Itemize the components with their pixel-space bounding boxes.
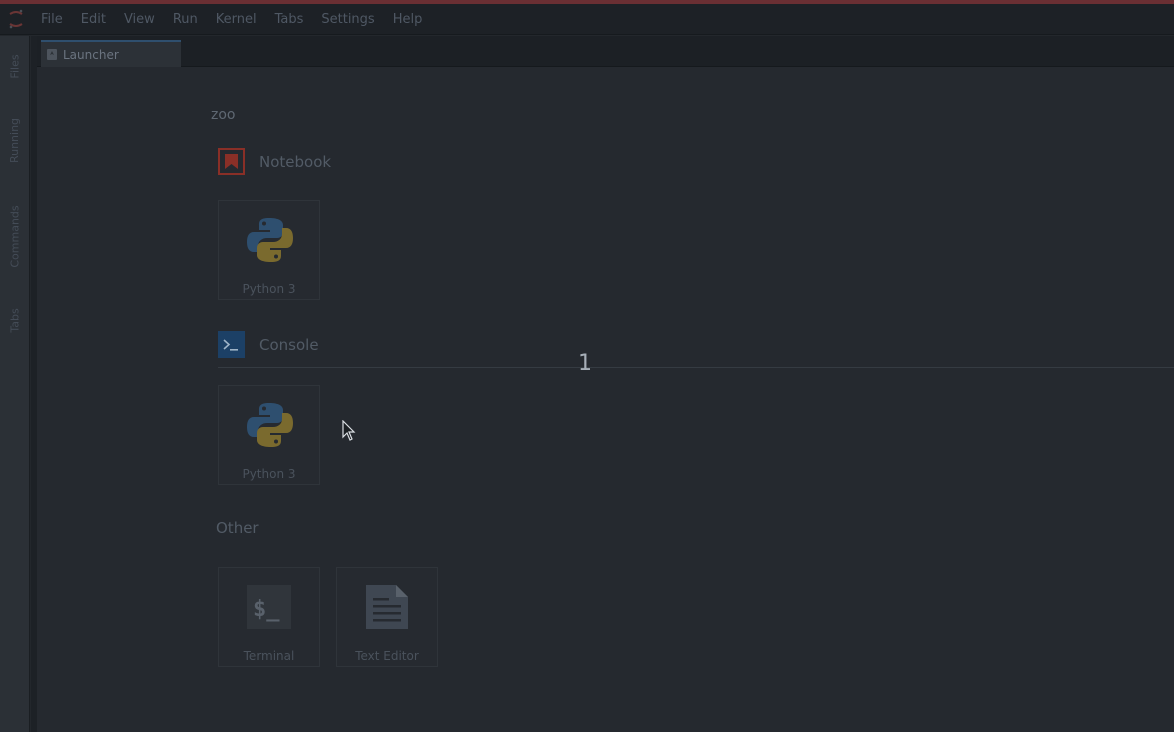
menu-tabs[interactable]: Tabs	[266, 4, 313, 35]
python-logo-icon	[247, 403, 293, 447]
terminal-icon: $_	[247, 585, 291, 629]
slide-divider-line	[218, 367, 1174, 368]
console-icon	[218, 331, 245, 358]
mouse-cursor-icon	[342, 420, 356, 441]
notebook-icon	[218, 148, 245, 175]
svg-text:$_: $_	[253, 597, 280, 622]
launcher-panel: zoo Notebook Python 3 Console 1 Python 3…	[37, 67, 1174, 732]
notebook-section-title: Notebook	[259, 153, 332, 171]
jupyter-logo-icon	[0, 4, 32, 35]
jupyterlab-window: File Edit View Run Kernel Tabs Settings …	[0, 0, 1174, 732]
python-logo-icon	[247, 218, 293, 262]
terminal-card[interactable]: $_ Terminal	[218, 567, 320, 667]
menu-help[interactable]: Help	[384, 4, 432, 35]
menu-file[interactable]: File	[32, 4, 72, 35]
terminal-label: Terminal	[243, 649, 295, 663]
rocket-icon	[47, 49, 57, 60]
current-directory-label: zoo	[211, 107, 236, 123]
tab-launcher[interactable]: Launcher	[41, 40, 181, 67]
side-tab-running[interactable]: Running	[0, 108, 30, 172]
text-file-icon	[366, 585, 408, 629]
menu-bar: File Edit View Run Kernel Tabs Settings …	[0, 4, 1174, 35]
console-section-title: Console	[259, 336, 319, 354]
left-sidebar-tabbar: Files Running Commands Tabs	[0, 36, 30, 732]
tab-launcher-label: Launcher	[63, 47, 119, 62]
side-tab-tabs[interactable]: Tabs	[0, 304, 30, 336]
notebook-python3-label: Python 3	[242, 282, 296, 296]
console-python3-card[interactable]: Python 3	[218, 385, 320, 485]
slide-number-label: 1	[578, 351, 592, 376]
menu-edit[interactable]: Edit	[72, 4, 115, 35]
text-editor-card[interactable]: Text Editor	[336, 567, 438, 667]
console-python3-label: Python 3	[242, 467, 296, 481]
side-tab-commands[interactable]: Commands	[0, 200, 30, 272]
side-tab-files[interactable]: Files	[0, 48, 30, 84]
menu-run[interactable]: Run	[164, 4, 207, 35]
notebook-python3-card[interactable]: Python 3	[218, 200, 320, 300]
menu-view[interactable]: View	[115, 4, 164, 35]
other-section-title: Other	[216, 519, 259, 537]
menu-kernel[interactable]: Kernel	[207, 4, 266, 35]
menu-settings[interactable]: Settings	[312, 4, 383, 35]
text-editor-label: Text Editor	[355, 649, 419, 663]
document-tabbar: Launcher	[37, 36, 1174, 67]
